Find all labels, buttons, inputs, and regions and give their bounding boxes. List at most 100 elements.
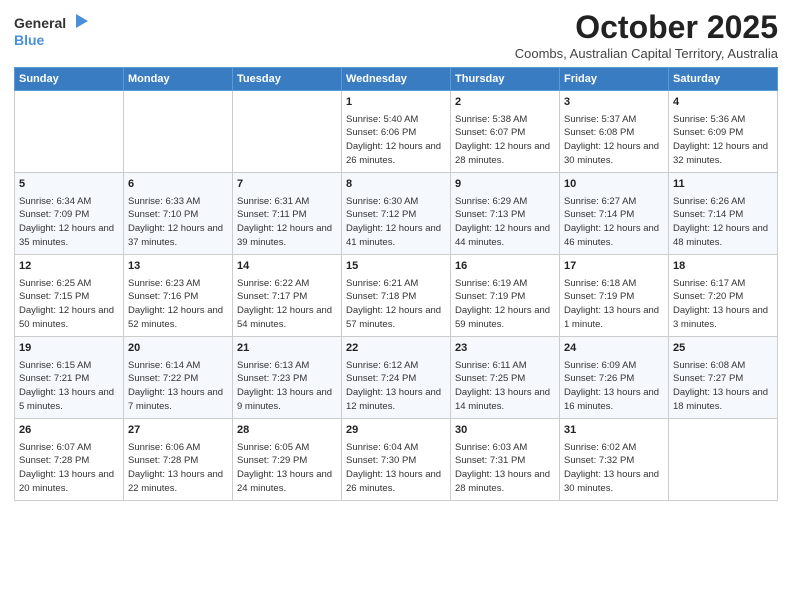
day-number: 6	[128, 177, 228, 192]
day-info: Sunrise: 6:06 AM Sunset: 7:28 PM Dayligh…	[128, 441, 228, 496]
day-number: 23	[455, 341, 555, 356]
day-info: Sunrise: 6:26 AM Sunset: 7:14 PM Dayligh…	[673, 195, 773, 250]
day-number: 25	[673, 341, 773, 356]
day-info: Sunrise: 6:25 AM Sunset: 7:15 PM Dayligh…	[19, 277, 119, 332]
day-number: 29	[346, 423, 446, 438]
calendar-day-18: 18Sunrise: 6:17 AM Sunset: 7:20 PM Dayli…	[669, 255, 778, 337]
day-number: 17	[564, 259, 664, 274]
title-block: October 2025 Coombs, Australian Capital …	[515, 10, 778, 61]
calendar-day-20: 20Sunrise: 6:14 AM Sunset: 7:22 PM Dayli…	[124, 337, 233, 419]
calendar-day-11: 11 Sunrise: 6:26 AM Sunset: 7:14 PM Dayli…	[669, 173, 778, 255]
calendar-day-21: 21 Sunrise: 6:13 AM Sunset: 7:23 PM Dayli…	[233, 337, 342, 419]
calendar-day-25: 25Sunrise: 6:08 AM Sunset: 7:27 PM Dayli…	[669, 337, 778, 419]
calendar-day-1: 1 Sunrise: 5:40 AM Sunset: 6:06 PM Daylig…	[342, 91, 451, 173]
calendar-day-14: 14 Sunrise: 6:22 AM Sunset: 7:17 PM Dayli…	[233, 255, 342, 337]
header: General Blue October 2025 Coombs, Austra…	[14, 10, 778, 61]
day-header-saturday: Saturday	[669, 68, 778, 91]
calendar-day-5: 5Sunrise: 6:34 AM Sunset: 7:09 PM Daylig…	[15, 173, 124, 255]
calendar-day-7: 7 Sunrise: 6:31 AM Sunset: 7:11 PM Daylig…	[233, 173, 342, 255]
day-info: Sunrise: 6:21 AM Sunset: 7:18 PM Dayligh…	[346, 277, 446, 332]
calendar-week-row: 5Sunrise: 6:34 AM Sunset: 7:09 PM Daylig…	[15, 173, 778, 255]
day-header-thursday: Thursday	[451, 68, 560, 91]
day-info: Sunrise: 6:23 AM Sunset: 7:16 PM Dayligh…	[128, 277, 228, 332]
day-info: Sunrise: 6:02 AM Sunset: 7:32 PM Dayligh…	[564, 441, 664, 496]
day-info: Sunrise: 6:27 AM Sunset: 7:14 PM Dayligh…	[564, 195, 664, 250]
day-info: Sunrise: 6:30 AM Sunset: 7:12 PM Dayligh…	[346, 195, 446, 250]
day-number: 14	[237, 259, 337, 274]
day-number: 26	[19, 423, 119, 438]
day-number: 20	[128, 341, 228, 356]
day-number: 7	[237, 177, 337, 192]
day-info: Sunrise: 6:31 AM Sunset: 7:11 PM Dayligh…	[237, 195, 337, 250]
calendar-week-row: 12 Sunrise: 6:25 AM Sunset: 7:15 PM Dayli…	[15, 255, 778, 337]
day-header-friday: Friday	[560, 68, 669, 91]
calendar-empty-cell	[669, 419, 778, 501]
subtitle: Coombs, Australian Capital Territory, Au…	[515, 46, 778, 61]
day-number: 27	[128, 423, 228, 438]
day-number: 11	[673, 177, 773, 192]
month-title: October 2025	[515, 10, 778, 45]
day-header-tuesday: Tuesday	[233, 68, 342, 91]
day-info: Sunrise: 6:18 AM Sunset: 7:19 PM Dayligh…	[564, 277, 664, 332]
calendar-day-15: 15Sunrise: 6:21 AM Sunset: 7:18 PM Dayli…	[342, 255, 451, 337]
calendar-day-29: 29 Sunrise: 6:04 AM Sunset: 7:30 PM Dayli…	[342, 419, 451, 501]
day-info: Sunrise: 5:38 AM Sunset: 6:07 PM Dayligh…	[455, 113, 555, 168]
day-header-monday: Monday	[124, 68, 233, 91]
calendar-table: SundayMondayTuesdayWednesdayThursdayFrid…	[14, 67, 778, 501]
day-info: Sunrise: 5:36 AM Sunset: 6:09 PM Dayligh…	[673, 113, 773, 168]
calendar-day-9: 9Sunrise: 6:29 AM Sunset: 7:13 PM Daylig…	[451, 173, 560, 255]
day-number: 1	[346, 95, 446, 110]
day-number: 19	[19, 341, 119, 356]
calendar-empty-cell	[15, 91, 124, 173]
logo-text-blue: Blue	[14, 32, 44, 48]
day-number: 4	[673, 95, 773, 110]
day-number: 8	[346, 177, 446, 192]
day-number: 22	[346, 341, 446, 356]
logo-icon	[68, 10, 90, 32]
day-info: Sunrise: 6:19 AM Sunset: 7:19 PM Dayligh…	[455, 277, 555, 332]
calendar-day-28: 28 Sunrise: 6:05 AM Sunset: 7:29 PM Dayli…	[233, 419, 342, 501]
day-info: Sunrise: 6:12 AM Sunset: 7:24 PM Dayligh…	[346, 359, 446, 414]
logo-text-general: General	[14, 15, 66, 32]
calendar-week-row: 26Sunrise: 6:07 AM Sunset: 7:28 PM Dayli…	[15, 419, 778, 501]
day-number: 24	[564, 341, 664, 356]
calendar-day-16: 16 Sunrise: 6:19 AM Sunset: 7:19 PM Dayli…	[451, 255, 560, 337]
calendar-day-6: 6 Sunrise: 6:33 AM Sunset: 7:10 PM Daylig…	[124, 173, 233, 255]
day-number: 21	[237, 341, 337, 356]
calendar-day-3: 3 Sunrise: 5:37 AM Sunset: 6:08 PM Daylig…	[560, 91, 669, 173]
calendar-day-17: 17 Sunrise: 6:18 AM Sunset: 7:19 PM Dayli…	[560, 255, 669, 337]
calendar-day-8: 8 Sunrise: 6:30 AM Sunset: 7:12 PM Daylig…	[342, 173, 451, 255]
calendar-day-31: 31 Sunrise: 6:02 AM Sunset: 7:32 PM Dayli…	[560, 419, 669, 501]
day-number: 16	[455, 259, 555, 274]
calendar-day-22: 22 Sunrise: 6:12 AM Sunset: 7:24 PM Dayli…	[342, 337, 451, 419]
day-info: Sunrise: 5:40 AM Sunset: 6:06 PM Dayligh…	[346, 113, 446, 168]
day-number: 13	[128, 259, 228, 274]
day-number: 31	[564, 423, 664, 438]
day-info: Sunrise: 6:03 AM Sunset: 7:31 PM Dayligh…	[455, 441, 555, 496]
calendar-day-30: 30 Sunrise: 6:03 AM Sunset: 7:31 PM Dayli…	[451, 419, 560, 501]
day-info: Sunrise: 6:22 AM Sunset: 7:17 PM Dayligh…	[237, 277, 337, 332]
day-number: 18	[673, 259, 773, 274]
day-info: Sunrise: 6:15 AM Sunset: 7:21 PM Dayligh…	[19, 359, 119, 414]
day-info: Sunrise: 5:37 AM Sunset: 6:08 PM Dayligh…	[564, 113, 664, 168]
calendar-day-10: 10 Sunrise: 6:27 AM Sunset: 7:14 PM Dayli…	[560, 173, 669, 255]
day-number: 2	[455, 95, 555, 110]
day-number: 28	[237, 423, 337, 438]
day-number: 3	[564, 95, 664, 110]
day-info: Sunrise: 6:04 AM Sunset: 7:30 PM Dayligh…	[346, 441, 446, 496]
calendar-empty-cell	[124, 91, 233, 173]
day-number: 30	[455, 423, 555, 438]
calendar-day-12: 12 Sunrise: 6:25 AM Sunset: 7:15 PM Dayli…	[15, 255, 124, 337]
calendar-empty-cell	[233, 91, 342, 173]
calendar-day-27: 27 Sunrise: 6:06 AM Sunset: 7:28 PM Dayli…	[124, 419, 233, 501]
day-info: Sunrise: 6:05 AM Sunset: 7:29 PM Dayligh…	[237, 441, 337, 496]
day-info: Sunrise: 6:33 AM Sunset: 7:10 PM Dayligh…	[128, 195, 228, 250]
calendar-day-13: 13 Sunrise: 6:23 AM Sunset: 7:16 PM Dayli…	[124, 255, 233, 337]
day-info: Sunrise: 6:34 AM Sunset: 7:09 PM Dayligh…	[19, 195, 119, 250]
calendar-day-23: 23Sunrise: 6:11 AM Sunset: 7:25 PM Dayli…	[451, 337, 560, 419]
day-number: 12	[19, 259, 119, 274]
calendar-day-19: 19 Sunrise: 6:15 AM Sunset: 7:21 PM Dayli…	[15, 337, 124, 419]
calendar-day-2: 2 Sunrise: 5:38 AM Sunset: 6:07 PM Daylig…	[451, 91, 560, 173]
day-info: Sunrise: 6:13 AM Sunset: 7:23 PM Dayligh…	[237, 359, 337, 414]
day-number: 10	[564, 177, 664, 192]
